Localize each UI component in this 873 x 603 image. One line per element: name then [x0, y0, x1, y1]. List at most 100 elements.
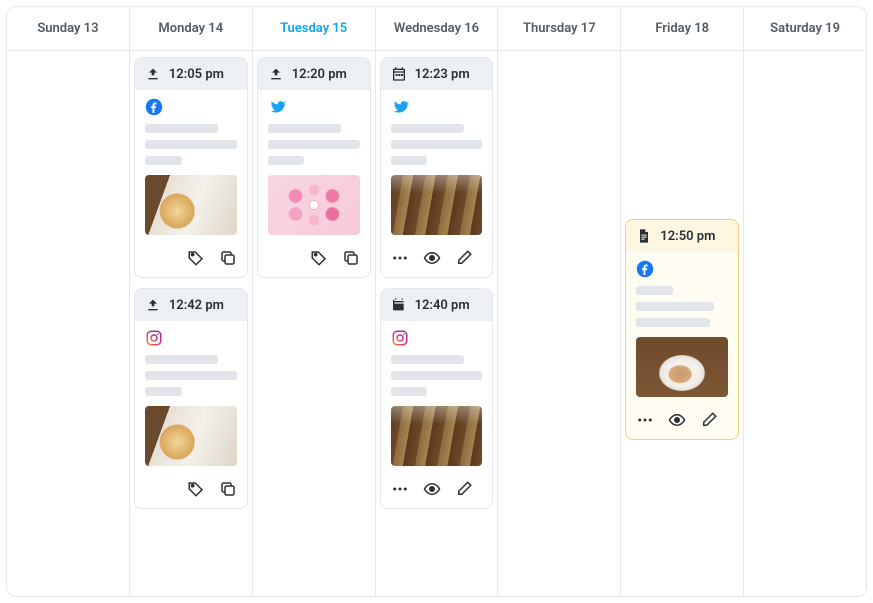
- copy-icon[interactable]: [219, 249, 237, 267]
- post-card[interactable]: 12:50 pm: [625, 219, 739, 440]
- day-body: 12:23 pm: [376, 51, 498, 515]
- post-card-header: 12:50 pm: [626, 220, 738, 252]
- instagram-icon: [145, 329, 163, 347]
- day-body: [498, 51, 620, 63]
- platform-row: [391, 329, 483, 347]
- skeleton-line: [145, 156, 182, 165]
- skeleton-line: [145, 140, 237, 149]
- day-header: Monday 14: [130, 7, 252, 51]
- post-card-footer: [381, 474, 493, 508]
- skeleton-line: [268, 124, 341, 133]
- day-body: [7, 51, 129, 63]
- copy-icon[interactable]: [342, 249, 360, 267]
- platform-row: [145, 98, 237, 116]
- day-header: Wednesday 16: [376, 7, 498, 51]
- facebook-icon: [636, 260, 654, 278]
- skeleton-line: [391, 124, 464, 133]
- post-text-preview: [145, 355, 237, 396]
- more-icon[interactable]: [391, 249, 409, 267]
- post-card[interactable]: 12:20 pm: [257, 57, 371, 278]
- post-card-footer: [135, 243, 247, 277]
- day-header: Thursday 17: [498, 7, 620, 51]
- tag-icon[interactable]: [187, 480, 205, 498]
- post-card-footer: [135, 474, 247, 508]
- twitter-icon: [268, 98, 286, 116]
- twitter-icon: [391, 98, 409, 116]
- post-card-body: [135, 90, 247, 235]
- instagram-icon: [391, 329, 409, 347]
- post-card-body: [381, 90, 493, 235]
- pencil-icon[interactable]: [700, 411, 718, 429]
- post-card-header: 12:40 pm: [381, 289, 493, 321]
- skeleton-line: [145, 387, 182, 396]
- post-time: 12:05 pm: [169, 67, 224, 82]
- eye-icon[interactable]: [423, 249, 441, 267]
- post-card-footer: [626, 405, 738, 439]
- eye-icon[interactable]: [668, 411, 686, 429]
- post-thumbnail: [268, 175, 360, 235]
- post-card-body: [135, 321, 247, 466]
- tag-icon[interactable]: [187, 249, 205, 267]
- post-thumbnail: [391, 406, 483, 466]
- eye-icon[interactable]: [423, 480, 441, 498]
- post-card[interactable]: 12:05 pm: [134, 57, 248, 278]
- skeleton-line: [268, 140, 360, 149]
- post-card-footer: [381, 243, 493, 277]
- day-column-monday: Monday 14 12:05 pm: [130, 7, 253, 596]
- platform-row: [636, 260, 728, 278]
- post-card[interactable]: 12:23 pm: [380, 57, 494, 278]
- post-time: 12:50 pm: [660, 229, 715, 244]
- platform-row: [268, 98, 360, 116]
- day-body: 12:50 pm: [621, 51, 743, 446]
- post-text-preview: [145, 124, 237, 165]
- post-card-body: [258, 90, 370, 235]
- post-card-header: 12:20 pm: [258, 58, 370, 90]
- post-card[interactable]: 12:40 pm: [380, 288, 494, 509]
- post-time: 12:40 pm: [415, 298, 470, 313]
- post-text-preview: [391, 124, 483, 165]
- post-card-body: [626, 252, 738, 397]
- facebook-icon: [145, 98, 163, 116]
- skeleton-line: [391, 355, 464, 364]
- day-column-friday: Friday 18 12:50 pm: [621, 7, 744, 596]
- day-header: Friday 18: [621, 7, 743, 51]
- post-card-header: 12:05 pm: [135, 58, 247, 90]
- post-time: 12:42 pm: [169, 298, 224, 313]
- skeleton-line: [391, 371, 483, 380]
- calendar-icon: [391, 66, 407, 82]
- day-column-tuesday: Tuesday 15 12:20 pm: [253, 7, 376, 596]
- day-column-saturday: Saturday 19: [744, 7, 866, 596]
- post-thumbnail: [145, 175, 237, 235]
- copy-icon[interactable]: [219, 480, 237, 498]
- post-card[interactable]: 12:42 pm: [134, 288, 248, 509]
- post-thumbnail: [636, 337, 728, 397]
- calendar-icon: [391, 297, 407, 313]
- post-thumbnail: [391, 175, 483, 235]
- calendar-week-view: Sunday 13 Monday 14 12:05 pm: [6, 6, 867, 597]
- day-column-wednesday: Wednesday 16 12:23 pm: [376, 7, 499, 596]
- skeleton-line: [391, 156, 428, 165]
- post-card-header: 12:23 pm: [381, 58, 493, 90]
- more-icon[interactable]: [391, 480, 409, 498]
- skeleton-line: [636, 302, 714, 311]
- post-card-header: 12:42 pm: [135, 289, 247, 321]
- post-text-preview: [268, 124, 360, 165]
- upload-icon: [268, 66, 284, 82]
- tag-icon[interactable]: [310, 249, 328, 267]
- platform-row: [145, 329, 237, 347]
- upload-icon: [145, 66, 161, 82]
- document-icon: [636, 228, 652, 244]
- post-text-preview: [391, 355, 483, 396]
- post-time: 12:20 pm: [292, 67, 347, 82]
- more-icon[interactable]: [636, 411, 654, 429]
- day-header: Tuesday 15: [253, 7, 375, 51]
- upload-icon: [145, 297, 161, 313]
- pencil-icon[interactable]: [455, 249, 473, 267]
- day-header: Saturday 19: [744, 7, 866, 51]
- platform-row: [391, 98, 483, 116]
- skeleton-line: [391, 140, 483, 149]
- post-time: 12:23 pm: [415, 67, 470, 82]
- day-column-thursday: Thursday 17: [498, 7, 621, 596]
- pencil-icon[interactable]: [455, 480, 473, 498]
- skeleton-line: [636, 286, 673, 295]
